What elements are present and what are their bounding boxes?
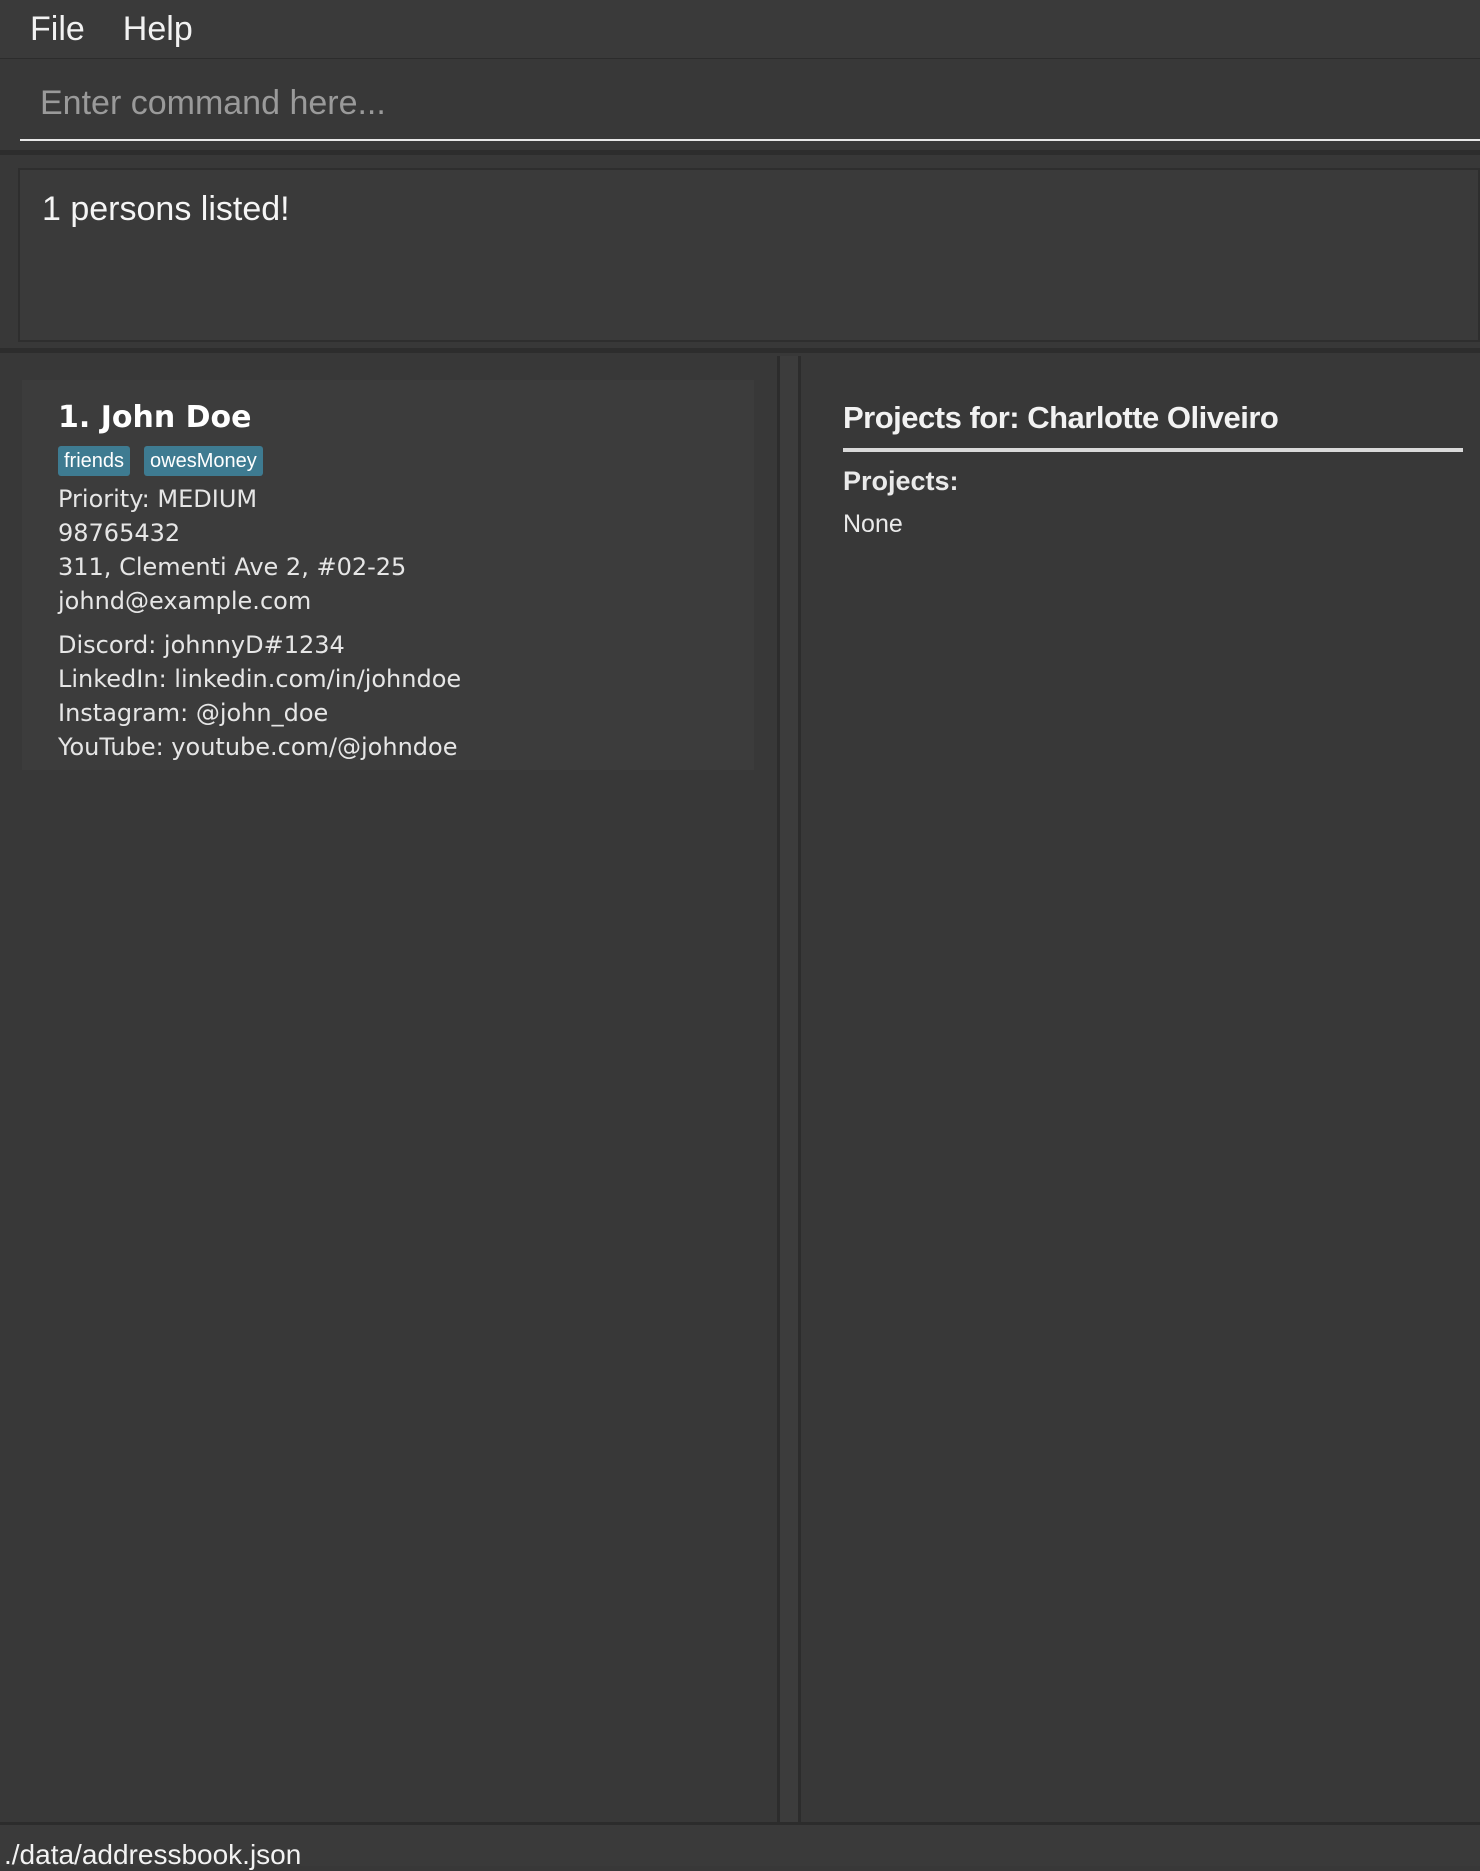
- person-linkedin: LinkedIn: linkedin.com/in/johndoe: [58, 665, 462, 693]
- person-name: 1. John Doe: [58, 400, 252, 435]
- menu-help[interactable]: Help: [123, 10, 193, 49]
- menu-bar: File Help: [0, 0, 1480, 59]
- projects-title: Projects for: Charlotte Oliveiro: [843, 400, 1279, 435]
- person-list-panel[interactable]: 1. John Doe friends owesMoney Priority: …: [0, 356, 780, 1822]
- command-input[interactable]: [20, 67, 1480, 141]
- projects-value: None: [843, 510, 903, 538]
- person-instagram: Instagram: @john_doe: [58, 699, 329, 727]
- person-discord: Discord: johnnyD#1234: [58, 631, 345, 659]
- projects-heading: Projects:: [843, 466, 959, 496]
- projects-panel: Projects for: Charlotte Oliveiro Project…: [798, 356, 1480, 1822]
- person-email: johnd@example.com: [58, 587, 312, 615]
- person-priority: Priority: MEDIUM: [58, 485, 258, 513]
- menu-file[interactable]: File: [30, 10, 85, 49]
- command-box: [0, 59, 1480, 155]
- save-location: ./data/addressbook.json: [4, 1839, 302, 1870]
- tag-friends: friends: [58, 446, 131, 476]
- tag-list: friends owesMoney: [58, 446, 754, 478]
- result-box[interactable]: 1 persons listed!: [18, 168, 1480, 342]
- person-phone: 98765432: [58, 519, 181, 547]
- tag-owesmoney: owesMoney: [144, 446, 263, 476]
- panel-divider[interactable]: [780, 356, 798, 1822]
- person-card[interactable]: 1. John Doe friends owesMoney Priority: …: [22, 380, 754, 770]
- projects-divider: [843, 448, 1463, 452]
- person-youtube: YouTube: youtube.com/@johndoe: [58, 733, 458, 761]
- person-address: 311, Clementi Ave 2, #02-25: [58, 553, 407, 581]
- status-bar: ./data/addressbook.json: [0, 1822, 1480, 1870]
- social-links: Discord: johnnyD#1234 LinkedIn: linkedin…: [58, 628, 754, 764]
- result-display: 1 persons listed!: [0, 158, 1480, 353]
- result-message: 1 persons listed!: [42, 190, 290, 228]
